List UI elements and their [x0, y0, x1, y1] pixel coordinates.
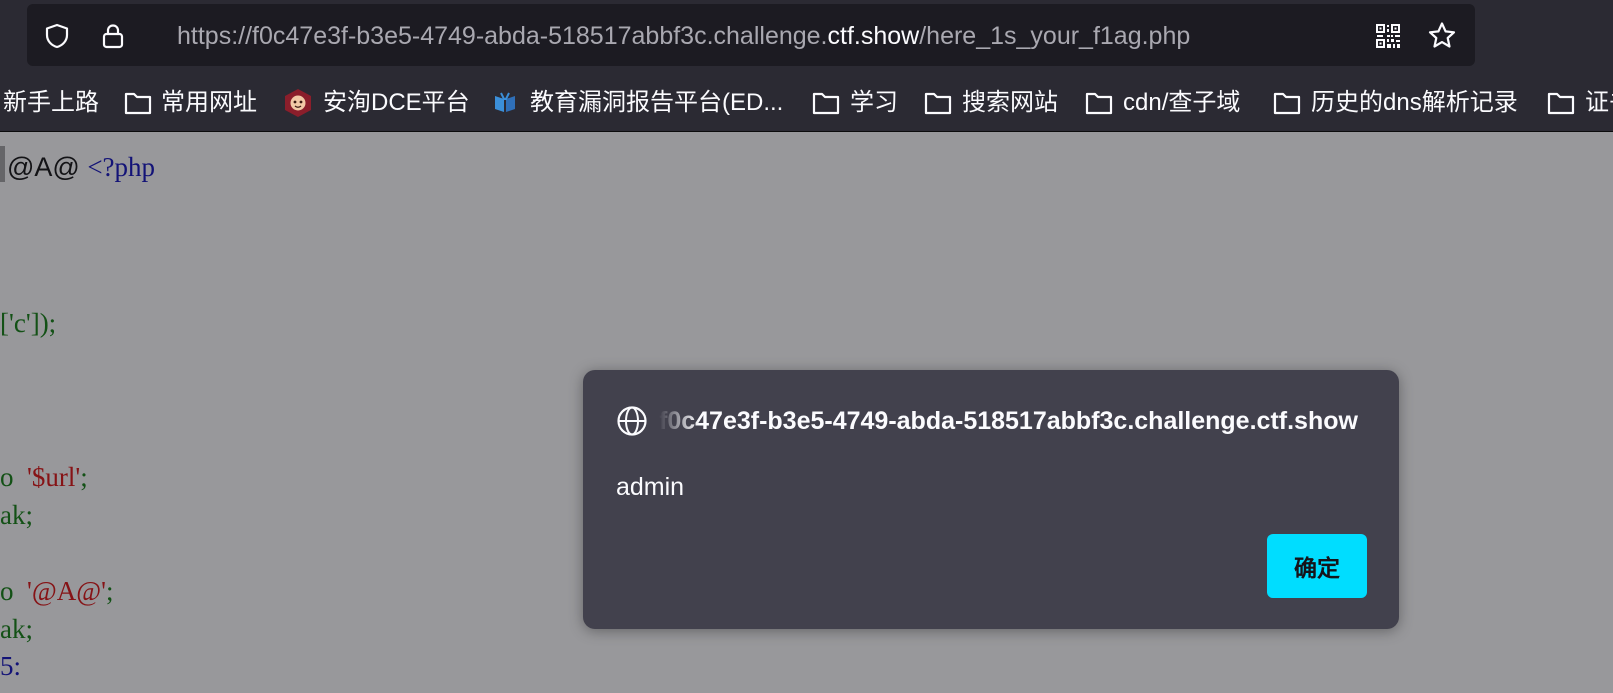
folder-icon: [1085, 92, 1113, 115]
folder-icon: [1273, 92, 1301, 115]
url-suffix: /here_1s_your_f1ag.php: [919, 22, 1191, 50]
bookmark-label: 学习: [850, 89, 898, 116]
dialog-message: admin: [616, 473, 685, 501]
lock-icon[interactable]: [100, 23, 126, 49]
address-bar[interactable]: https://f0c47e3f-b3e5-4749-abda-518517ab…: [27, 4, 1475, 66]
bookmarks-toolbar: 新手上路 常用网址 安洵DCE平台 教育漏洞报告平台(ED... 学习 搜索网站…: [0, 78, 1613, 128]
url-text[interactable]: https://f0c47e3f-b3e5-4749-abda-518517ab…: [177, 21, 1190, 51]
folder-icon: [812, 92, 840, 115]
bookmark-star-icon[interactable]: [1427, 21, 1457, 51]
dialog-origin: f0c47e3f-b3e5-4749-abda-518517abbf3c.cha…: [659, 404, 1369, 438]
origin-text: f0c47e3f-b3e5-4749-abda-518517abbf3c.cha…: [659, 407, 1358, 435]
shield-icon[interactable]: [44, 23, 70, 49]
folder-icon: [924, 92, 952, 115]
url-prefix: https://f0c47e3f-b3e5-4749-abda-518517ab…: [177, 22, 828, 50]
globe-icon: [617, 406, 647, 436]
url-host: ctf.show: [827, 22, 920, 50]
bookmark-label: 搜索网站: [962, 89, 1058, 116]
folder-icon: [124, 92, 152, 115]
bookmark-label: 新手上路: [3, 89, 99, 116]
origin-fade: [659, 404, 699, 438]
bookmark-label: 证书: [1585, 89, 1613, 116]
alert-dialog: f0c47e3f-b3e5-4749-abda-518517abbf3c.cha…: [583, 370, 1399, 629]
bookmark-label: cdn/查子域: [1123, 89, 1241, 116]
monkey-logo-icon: [285, 89, 311, 117]
bookmark-label: 教育漏洞报告平台(ED...: [530, 89, 784, 116]
bookmark-label: 历史的dns解析记录: [1311, 89, 1518, 116]
folder-icon: [1547, 92, 1575, 115]
bookmark-label: 安洵DCE平台: [323, 89, 470, 116]
bookmark-label: 常用网址: [161, 89, 257, 116]
ok-button[interactable]: 确定: [1267, 534, 1367, 598]
qr-code-icon[interactable]: [1375, 23, 1401, 49]
browser-chrome: https://f0c47e3f-b3e5-4749-abda-518517ab…: [0, 0, 1613, 132]
book-logo-icon: [495, 92, 515, 112]
